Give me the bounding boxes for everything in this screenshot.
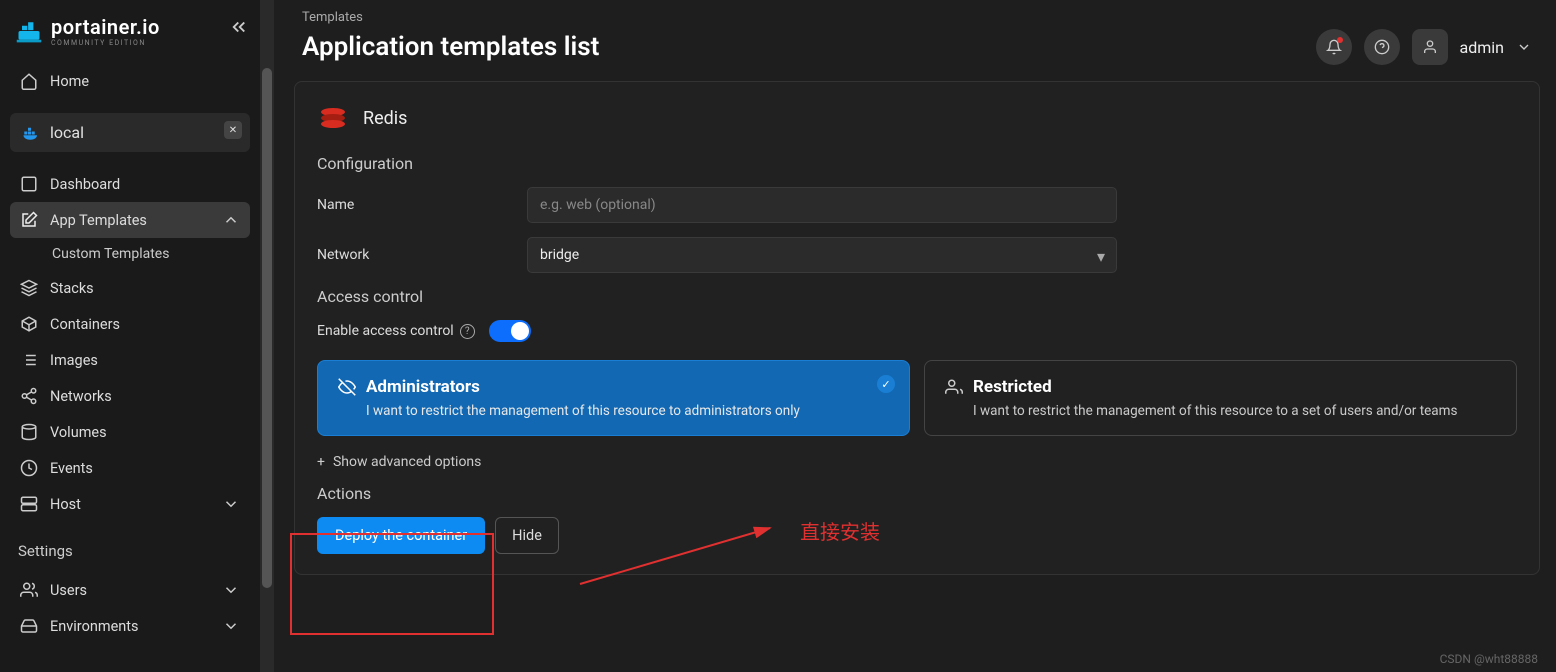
settings-section-label: Settings: [0, 528, 260, 566]
users-icon: [945, 378, 963, 396]
sidebar-item-label: Volumes: [50, 424, 107, 441]
home-icon: [20, 72, 38, 90]
user-avatar[interactable]: [1412, 29, 1448, 65]
network-label: Network: [317, 247, 527, 263]
access-card-restricted[interactable]: Restricted I want to restrict the manage…: [924, 360, 1517, 436]
main-content: Templates Application templates list adm…: [278, 0, 1556, 672]
share-icon: [20, 387, 38, 405]
logo-area: portainer.io COMMUNITY EDITION: [0, 0, 260, 57]
sidebar-item-images[interactable]: Images: [10, 342, 250, 378]
portainer-logo-icon: [15, 17, 43, 45]
notifications-button[interactable]: [1316, 29, 1352, 65]
check-icon: ✓: [877, 375, 895, 393]
environment-name: local: [50, 123, 84, 142]
chevron-down-icon: [222, 581, 240, 599]
plus-icon: +: [317, 454, 325, 470]
sidebar-item-stacks[interactable]: Stacks: [10, 270, 250, 306]
toggle-knob: [511, 322, 529, 340]
help-icon[interactable]: ?: [460, 324, 475, 339]
docker-icon: [22, 124, 40, 142]
card-title: Restricted: [973, 377, 1052, 397]
hide-button[interactable]: Hide: [495, 517, 559, 554]
brand-edition: COMMUNITY EDITION: [51, 39, 160, 47]
edit-icon: [20, 211, 38, 229]
help-button[interactable]: [1364, 29, 1400, 65]
network-select[interactable]: bridge: [527, 237, 1117, 273]
name-input[interactable]: [527, 187, 1117, 223]
sidebar-item-app-templates[interactable]: App Templates: [10, 202, 250, 238]
sidebar-item-containers[interactable]: Containers: [10, 306, 250, 342]
dashboard-icon: [20, 175, 38, 193]
page-title: Application templates list: [302, 32, 599, 62]
sidebar-item-label: Users: [50, 582, 87, 599]
list-icon: [20, 351, 38, 369]
chevron-down-icon: [222, 495, 240, 513]
sidebar-item-label: App Templates: [50, 212, 147, 229]
eye-off-icon: [338, 378, 356, 396]
chevron-up-icon: [222, 211, 240, 229]
name-label: Name: [317, 197, 527, 213]
help-circle-icon: [1374, 39, 1390, 55]
clock-icon: [20, 459, 38, 477]
scrollbar-thumb[interactable]: [262, 68, 272, 588]
card-title: Administrators: [366, 377, 480, 397]
sidebar-item-home[interactable]: Home: [10, 63, 250, 99]
deploy-button[interactable]: Deploy the container: [317, 517, 485, 554]
enable-access-label: Enable access control ?: [317, 323, 475, 339]
sidebar-item-label: Environments: [50, 618, 139, 635]
environment-header[interactable]: local ✕: [10, 113, 250, 152]
sidebar-item-events[interactable]: Events: [10, 450, 250, 486]
configuration-title: Configuration: [317, 154, 1517, 173]
user-name[interactable]: admin: [1460, 38, 1504, 57]
sidebar: portainer.io COMMUNITY EDITION Home loca…: [0, 0, 260, 672]
template-name: Redis: [363, 108, 407, 129]
sidebar-item-label: Host: [50, 496, 81, 513]
sidebar-item-label: Networks: [50, 388, 112, 405]
chevron-down-icon[interactable]: [1516, 39, 1532, 55]
sidebar-item-label: Dashboard: [50, 176, 120, 193]
users-icon: [20, 581, 38, 599]
template-header: Redis: [317, 102, 1517, 134]
access-control-toggle[interactable]: [489, 320, 531, 342]
sidebar-item-label: Images: [50, 352, 98, 369]
sidebar-item-label: Home: [50, 73, 89, 90]
watermark: CSDN @wht88888: [1440, 652, 1538, 666]
sidebar-item-volumes[interactable]: Volumes: [10, 414, 250, 450]
access-control-title: Access control: [317, 287, 1517, 306]
user-icon: [1422, 39, 1438, 55]
show-advanced-link[interactable]: + Show advanced options: [317, 454, 1517, 470]
sidebar-item-label: Stacks: [50, 280, 94, 297]
access-card-administrators[interactable]: ✓ Administrators I want to restrict the …: [317, 360, 910, 436]
sidebar-item-label: Custom Templates: [52, 246, 169, 262]
actions-title: Actions: [317, 484, 1517, 503]
sidebar-item-label: Events: [50, 460, 93, 477]
redis-icon: [317, 102, 349, 134]
brand-name: portainer.io: [51, 15, 160, 39]
sidebar-collapse-button[interactable]: [230, 18, 248, 40]
scrollbar-track: [260, 0, 274, 672]
chevron-down-icon: [222, 617, 240, 635]
template-panel: Redis Configuration Name Network bridge …: [294, 81, 1540, 575]
sidebar-item-custom-templates[interactable]: Custom Templates: [10, 238, 250, 270]
card-description: I want to restrict the management of thi…: [338, 403, 889, 419]
breadcrumb[interactable]: Templates: [278, 0, 1556, 29]
sidebar-item-users[interactable]: Users: [10, 572, 250, 608]
database-icon: [20, 423, 38, 441]
sidebar-item-dashboard[interactable]: Dashboard: [10, 166, 250, 202]
notification-dot: [1337, 37, 1343, 43]
box-icon: [20, 315, 38, 333]
environment-close-button[interactable]: ✕: [224, 121, 242, 139]
server-icon: [20, 495, 38, 513]
sidebar-item-networks[interactable]: Networks: [10, 378, 250, 414]
hard-drive-icon: [20, 617, 38, 635]
layers-icon: [20, 279, 38, 297]
card-description: I want to restrict the management of thi…: [945, 403, 1496, 419]
user-area: admin: [1316, 29, 1532, 65]
sidebar-item-host[interactable]: Host: [10, 486, 250, 522]
sidebar-item-label: Containers: [50, 316, 120, 333]
sidebar-item-environments[interactable]: Environments: [10, 608, 250, 644]
